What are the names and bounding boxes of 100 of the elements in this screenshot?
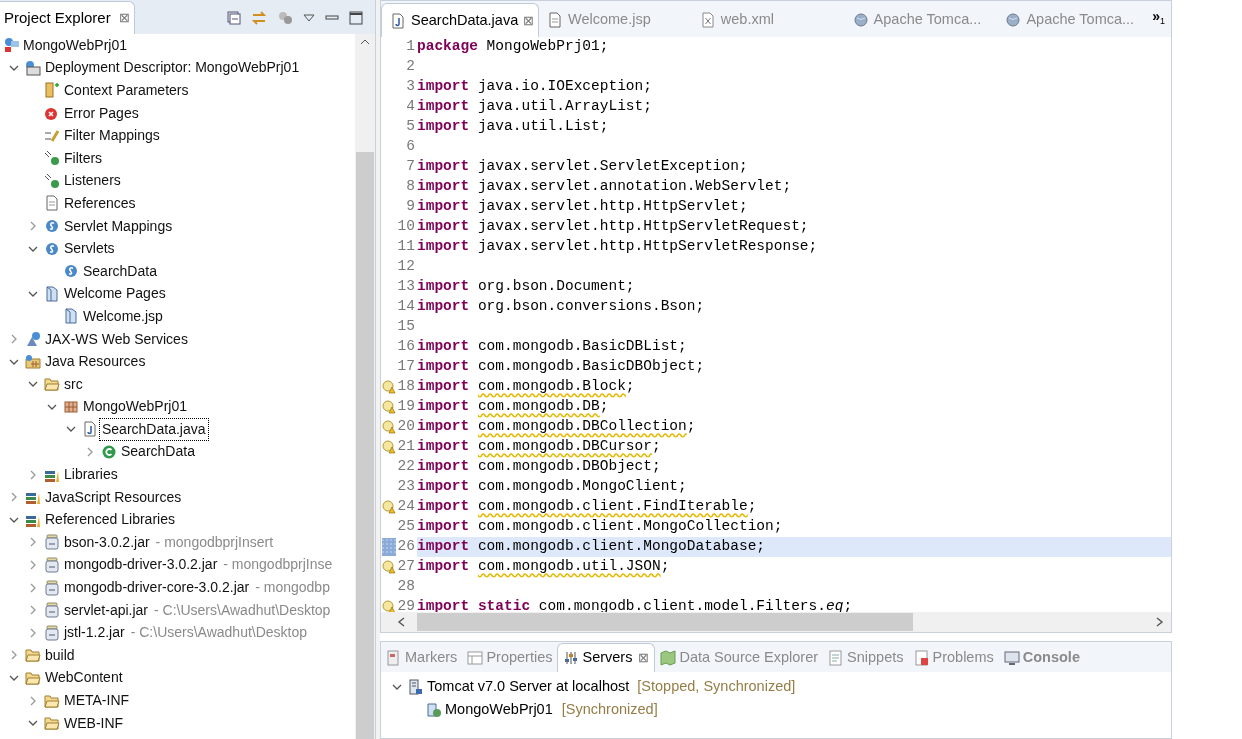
servlet-icon xyxy=(44,218,60,235)
tree-item[interactable]: build xyxy=(43,644,77,666)
server-item[interactable]: Tomcat v7.0 Server at localhost xyxy=(427,675,630,698)
line-number: 5 xyxy=(405,117,415,137)
line-number: 19 xyxy=(397,397,415,417)
tree-item[interactable]: JAX-WS Web Services xyxy=(43,328,190,350)
code-line: import com.mongodb.DBCursor; xyxy=(417,437,662,457)
module-item[interactable]: MongoWebPrj01 xyxy=(445,698,553,721)
tree-item-location: - C:\Users\Awadhut\Desktop xyxy=(154,600,331,620)
tree-item[interactable]: mongodb-driver-3.0.2.jar xyxy=(62,554,220,576)
code-line: import javax.servlet.http.HttpServletRequest; xyxy=(417,217,810,237)
xml-file-icon xyxy=(699,12,716,28)
page-icon xyxy=(44,285,60,302)
horizontal-scrollbar[interactable] xyxy=(381,612,1171,632)
line-number: 28 xyxy=(397,577,415,597)
code-line: import com.mongodb.client.MongoCollection; xyxy=(417,517,784,537)
console-icon xyxy=(1003,649,1020,666)
folder-icon xyxy=(25,669,41,686)
map-icon xyxy=(660,649,677,666)
tree-item[interactable]: SearchData.java xyxy=(100,418,208,440)
code-line: import org.bson.conversions.Bson; xyxy=(417,297,706,317)
tree-item[interactable]: bson-3.0.2.jar xyxy=(62,531,152,553)
line-number: 13 xyxy=(397,277,415,297)
close-icon[interactable]: ⊠ xyxy=(118,8,130,28)
tree-item[interactable]: Welcome.jsp xyxy=(81,305,165,327)
code-line: import com.mongodb.DBObject; xyxy=(417,457,662,477)
link-arrows-icon[interactable] xyxy=(251,9,267,26)
line-number: 4 xyxy=(405,97,415,117)
code-line: import com.mongodb.MongoClient; xyxy=(417,477,688,497)
line-number: 16 xyxy=(397,337,415,357)
tree-item[interactable]: Referenced Libraries xyxy=(43,509,177,531)
editor-tab[interactable]: SearchData.java ⊠ xyxy=(381,3,539,37)
tree-item[interactable]: Servlets xyxy=(62,238,117,260)
line-number: 22 xyxy=(397,457,415,477)
line-number: 11 xyxy=(397,237,415,257)
tree-item[interactable]: References xyxy=(62,192,138,214)
tree-item[interactable]: WebContent xyxy=(43,667,125,689)
scrollbar-thumb[interactable] xyxy=(356,152,374,739)
view-tab[interactable]: Servers ⊠ xyxy=(557,643,656,672)
markers-icon xyxy=(386,649,402,666)
server-status: [Stopped, Synchronized] xyxy=(637,676,796,696)
jar-icon xyxy=(44,579,60,596)
tree-item[interactable]: WEB-INF xyxy=(62,712,126,734)
close-icon[interactable]: ⊠ xyxy=(523,10,535,31)
code-line: import java.util.List; xyxy=(417,117,610,137)
sliders-icon xyxy=(563,650,580,666)
code-line: import com.mongodb.util.JSON; xyxy=(417,557,671,577)
tree-item[interactable]: Filter Mappings xyxy=(62,125,162,147)
page-icon xyxy=(63,308,79,325)
java-file-icon xyxy=(390,12,406,29)
document-icon xyxy=(44,195,60,212)
tree-item[interactable]: Listeners xyxy=(62,170,123,192)
tree-item[interactable]: Error Pages xyxy=(62,102,141,124)
line-number: 9 xyxy=(405,197,415,217)
scrollbar-thumb[interactable] xyxy=(417,613,913,631)
globe-icon xyxy=(852,12,869,28)
tree-item[interactable]: JavaScript Resources xyxy=(43,486,184,508)
tree-item[interactable]: Welcome Pages xyxy=(62,283,168,305)
view-menu-icon[interactable] xyxy=(303,12,315,23)
tree-item[interactable]: mongodb-driver-core-3.0.2.jar xyxy=(62,577,252,599)
tree-item[interactable]: META-INF xyxy=(62,690,132,711)
explorer-tab[interactable]: Project Explorer ⊠ xyxy=(0,1,135,34)
code-line: import com.mongodb.BasicDBObject; xyxy=(417,357,706,377)
folder-icon xyxy=(44,715,60,732)
servlet-icon xyxy=(63,263,79,280)
scroll-up-icon[interactable] xyxy=(360,39,370,45)
tree-item[interactable]: servlet-api.jar xyxy=(62,599,151,621)
line-number: 14 xyxy=(397,297,415,317)
line-number: 10 xyxy=(397,217,415,237)
line-number: 12 xyxy=(397,257,415,277)
tree-item[interactable]: Filters xyxy=(62,147,105,169)
code-line: import javax.servlet.http.HttpServlet; xyxy=(417,197,749,217)
tree-item-location: - mongodbprjInse xyxy=(223,555,333,575)
vertical-scrollbar[interactable] xyxy=(355,34,375,739)
tab-title: Project Explorer xyxy=(4,7,111,28)
tree-item[interactable]: SearchData xyxy=(81,260,159,282)
tree-item[interactable]: Context Parameters xyxy=(62,80,191,101)
document-icon xyxy=(547,12,563,28)
tree-item[interactable]: MongoWebPrj01 xyxy=(23,34,128,56)
code-line: import com.mongodb.BasicDBList; xyxy=(417,337,688,357)
code-line: import java.io.IOException; xyxy=(417,77,653,97)
properties-icon xyxy=(467,649,484,666)
tree-item[interactable]: Deployment Descriptor: MongoWebPrj01 xyxy=(43,57,302,79)
code-line: import com.mongodb.Block; xyxy=(417,377,636,397)
tree-item-location: - C:\Users\Awadhut\Desktop xyxy=(130,623,308,643)
tree-item[interactable]: jstl-1.2.jar xyxy=(62,622,127,644)
tree-item[interactable]: MongoWebPrj01 xyxy=(81,396,190,418)
jar-icon xyxy=(44,602,60,619)
tree-item[interactable]: src xyxy=(62,373,85,395)
close-icon[interactable]: ⊠ xyxy=(638,648,650,668)
snippets-icon xyxy=(828,649,845,666)
line-number: 29 xyxy=(397,597,415,612)
code-line: import javax.servlet.annotation.WebServlet; xyxy=(417,177,793,197)
collapse-all-icon[interactable] xyxy=(227,10,241,25)
tree-item[interactable]: Libraries xyxy=(62,464,120,486)
tree-item[interactable]: SearchData xyxy=(119,441,197,463)
maximize-icon[interactable] xyxy=(349,10,363,25)
minimize-icon[interactable] xyxy=(325,12,339,23)
tree-item[interactable]: Java Resources xyxy=(43,351,148,373)
tree-item[interactable]: Servlet Mappings xyxy=(62,215,175,237)
